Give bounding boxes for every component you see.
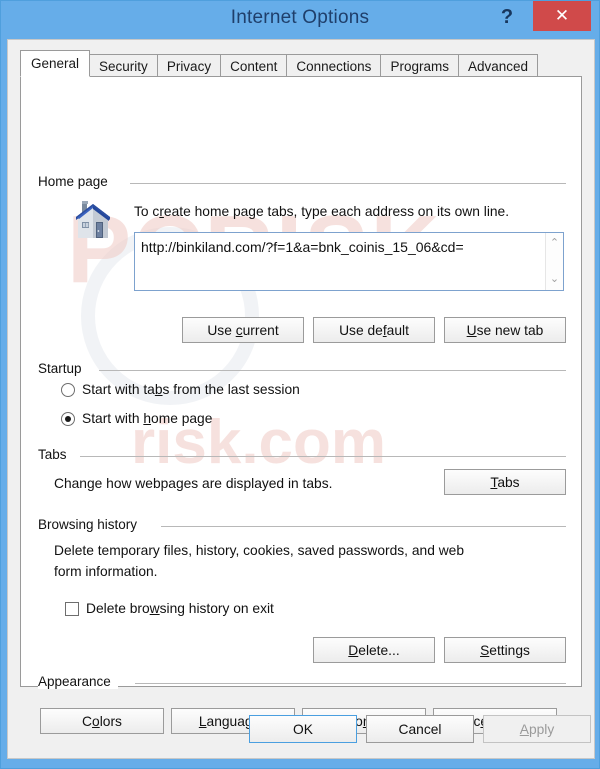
- tab-security[interactable]: Security: [89, 54, 158, 77]
- tabs-description: Change how webpages are displayed in tab…: [54, 476, 333, 491]
- group-browsing-history-title: Browsing history: [38, 517, 145, 532]
- radio-start-with-home-page[interactable]: Start with home page: [61, 411, 212, 426]
- radio-indicator[interactable]: [61, 382, 75, 397]
- tab-general[interactable]: General: [20, 50, 91, 77]
- group-tabs: Tabs: [38, 447, 566, 462]
- group-appearance: Appearance: [38, 674, 566, 689]
- group-tabs-title: Tabs: [38, 447, 74, 462]
- home-page-description: To create home page tabs, type each addr…: [134, 204, 510, 219]
- tab-content[interactable]: Content: [220, 54, 288, 77]
- radio-start-with-home-page-label: Start with home page: [82, 411, 213, 426]
- home-page-url-field[interactable]: http://binkiland.com/?f=1&a=bnk_coinis_1…: [134, 232, 564, 291]
- chevron-up-icon[interactable]: ⌃: [546, 235, 563, 252]
- use-new-tab-button[interactable]: Use new tab: [444, 317, 566, 343]
- group-startup-rule: [99, 370, 566, 371]
- apply-button: Apply: [483, 715, 591, 743]
- delete-browsing-history-on-exit-label: Delete browsing history on exit: [86, 601, 274, 616]
- internet-options-window: Internet Options ? ✕ General Security Pr…: [0, 0, 600, 769]
- close-icon[interactable]: ✕: [533, 1, 591, 31]
- tabs-button[interactable]: Tabs: [444, 469, 566, 495]
- help-icon[interactable]: ?: [489, 1, 525, 33]
- use-current-button[interactable]: Use current: [182, 317, 304, 343]
- radio-indicator[interactable]: [61, 411, 75, 426]
- group-home-page: Home page: [38, 174, 566, 189]
- ok-button[interactable]: OK: [249, 715, 357, 743]
- home-page-scrollbar[interactable]: ⌃ ⌄: [545, 233, 563, 290]
- dialog-body: General Security Privacy Content Connect…: [7, 39, 595, 759]
- group-appearance-title: Appearance: [38, 674, 118, 689]
- radio-start-with-tabs-label: Start with tabs from the last session: [82, 382, 300, 397]
- home-page-url-value: http://binkiland.com/?f=1&a=bnk_coinis_1…: [141, 239, 464, 255]
- group-browsing-history: Browsing history: [38, 517, 566, 532]
- tab-strip: General Security Privacy Content Connect…: [20, 50, 538, 77]
- group-startup: Startup: [38, 361, 566, 376]
- browsing-history-description-line2: form information.: [54, 564, 158, 579]
- home-icon: [76, 201, 110, 238]
- checkbox-indicator[interactable]: [65, 601, 79, 616]
- use-default-button[interactable]: Use default: [313, 317, 435, 343]
- tab-programs[interactable]: Programs: [380, 54, 459, 77]
- tab-panel-general: PCRISK risk.com Home page: [20, 76, 582, 734]
- group-tabs-rule: [80, 456, 566, 457]
- colors-button[interactable]: Colors: [40, 708, 164, 734]
- group-startup-title: Startup: [38, 361, 89, 376]
- chevron-down-icon[interactable]: ⌄: [546, 271, 563, 288]
- group-browsing-history-rule: [161, 526, 566, 527]
- group-appearance-rule: [135, 683, 566, 684]
- group-home-page-title: Home page: [38, 174, 115, 189]
- tab-privacy[interactable]: Privacy: [156, 54, 222, 77]
- title-bar: Internet Options ? ✕: [1, 1, 599, 39]
- delete-browsing-history-on-exit-checkbox[interactable]: Delete browsing history on exit: [65, 601, 274, 616]
- group-home-page-rule: [130, 183, 566, 184]
- radio-start-with-tabs[interactable]: Start with tabs from the last session: [61, 382, 300, 397]
- delete-button[interactable]: Delete...: [313, 637, 435, 663]
- tab-connections[interactable]: Connections: [286, 54, 382, 77]
- browsing-history-description-line1: Delete temporary files, history, cookies…: [54, 543, 465, 558]
- tab-advanced[interactable]: Advanced: [457, 54, 538, 77]
- settings-button[interactable]: Settings: [444, 637, 566, 663]
- cancel-button[interactable]: Cancel: [366, 715, 474, 743]
